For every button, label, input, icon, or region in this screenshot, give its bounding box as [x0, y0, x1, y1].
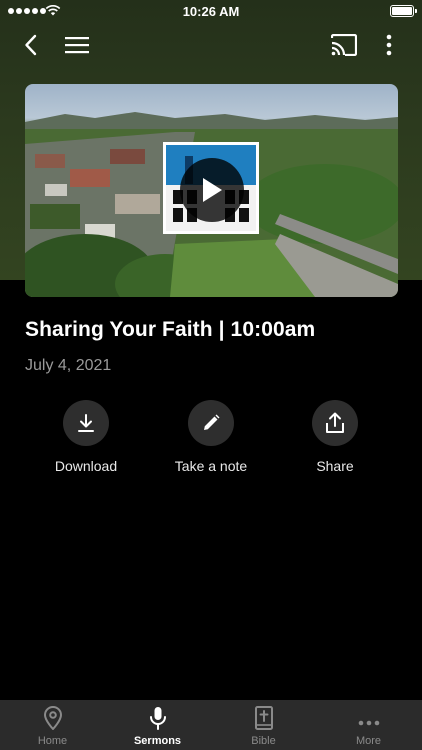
sermon-date: July 4, 2021 — [25, 357, 112, 374]
share-button[interactable]: Share — [275, 400, 395, 474]
pencil-icon — [204, 414, 220, 430]
menu-button[interactable] — [60, 28, 94, 62]
tab-home[interactable]: Home — [0, 700, 105, 750]
tab-bible-label: Bible — [251, 735, 276, 747]
download-icon — [78, 414, 94, 432]
vertical-dots-icon — [386, 34, 392, 56]
tab-home-label: Home — [37, 735, 68, 747]
battery-icon — [390, 5, 417, 17]
location-pin-icon — [43, 706, 62, 730]
share-label: Share — [316, 458, 354, 474]
status-time: 10:26 AM — [182, 4, 240, 19]
tab-bible[interactable]: Bible — [211, 700, 316, 750]
sermon-actions: Download Take a note Share — [0, 400, 422, 480]
take-note-circle[interactable] — [188, 400, 234, 446]
cast-icon — [331, 34, 357, 56]
share-circle[interactable] — [312, 400, 358, 446]
tab-more[interactable]: More — [316, 700, 421, 750]
play-icon — [203, 178, 222, 202]
tab-sermons-label: Sermons — [133, 735, 182, 747]
sermon-title: Sharing Your Faith | 10:00am — [25, 318, 316, 341]
back-button[interactable] — [14, 28, 48, 62]
tab-sermons[interactable]: Sermons — [105, 700, 210, 750]
play-button[interactable] — [180, 158, 244, 222]
more-dots-icon — [358, 720, 379, 726]
hamburger-menu-icon — [65, 37, 89, 54]
download-label: Download — [54, 458, 118, 474]
share-icon — [326, 412, 344, 433]
more-options-button[interactable] — [372, 28, 406, 62]
tab-more-label: More — [355, 735, 382, 747]
cast-button[interactable] — [327, 28, 361, 62]
microphone-icon — [149, 707, 166, 730]
tab-bar: Home Sermons Bible More — [0, 700, 422, 750]
status-bar: 10:26 AM — [0, 0, 422, 24]
download-circle[interactable] — [63, 400, 109, 446]
take-note-label: Take a note — [174, 458, 248, 474]
take-note-button[interactable]: Take a note — [151, 400, 271, 474]
download-button[interactable]: Download — [26, 400, 146, 474]
bible-icon — [254, 706, 273, 730]
video-player[interactable] — [25, 84, 398, 297]
chevron-left-icon — [25, 34, 37, 56]
nav-bar — [0, 24, 422, 64]
